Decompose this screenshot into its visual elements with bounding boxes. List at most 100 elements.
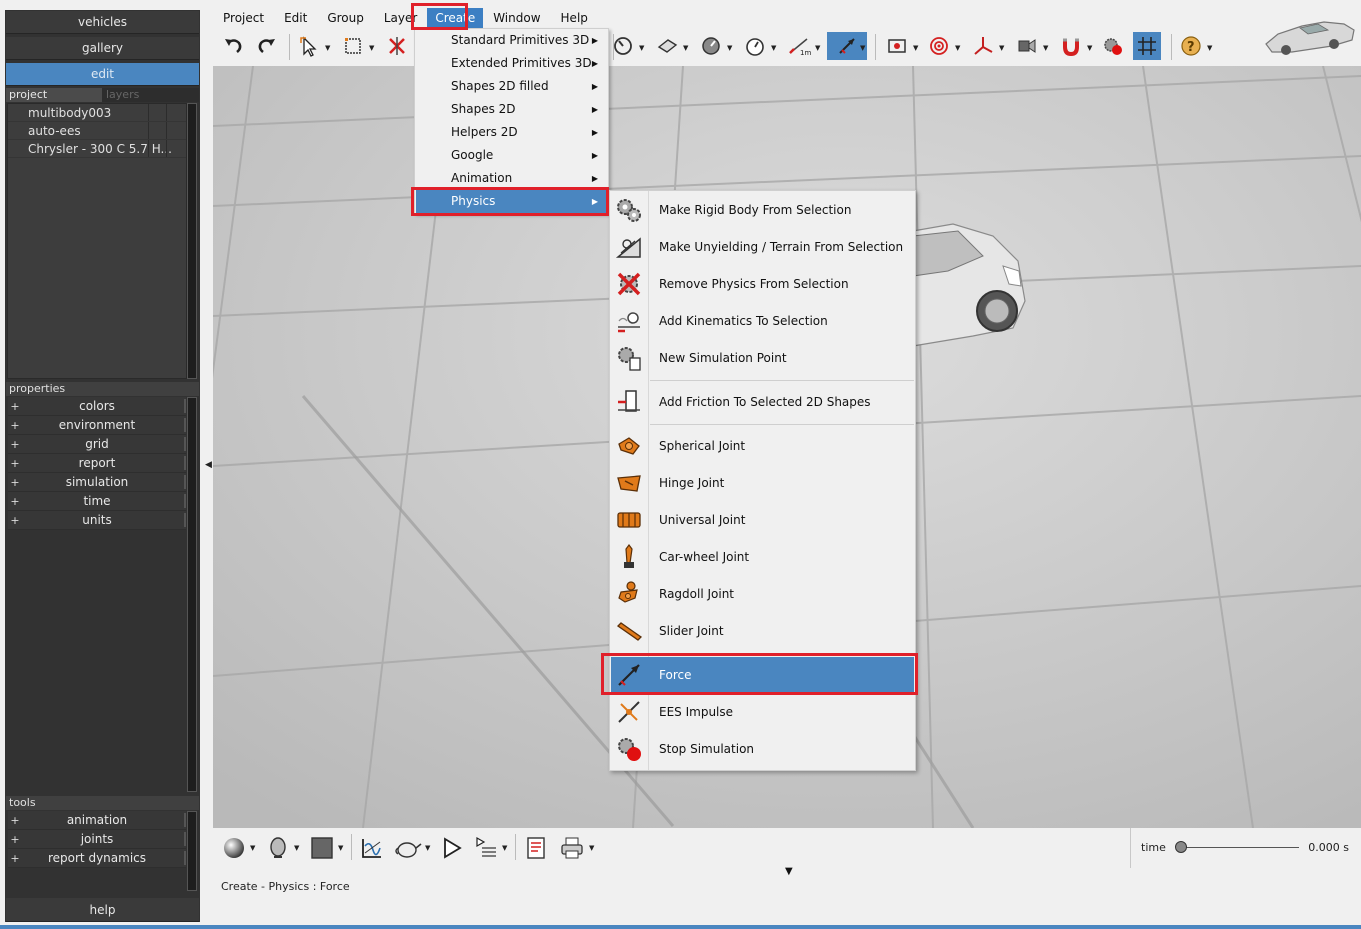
time-slider-handle[interactable] [1175,841,1187,853]
property-report[interactable]: + report [8,454,186,473]
nav-edit-button[interactable]: edit [6,63,199,86]
property-units[interactable]: + units [8,511,186,530]
menu-item-spherical-joint[interactable]: Spherical Joint [611,428,914,464]
menu-project[interactable]: Project [213,8,274,28]
play-button[interactable] [437,834,467,862]
menu-layer[interactable]: Layer [374,8,427,28]
rect-select-button[interactable] [339,32,367,60]
menu-item-slider-joint[interactable]: Slider Joint [611,613,914,649]
menu-window[interactable]: Window [483,8,550,28]
dropdown-arrow-icon[interactable]: ▼ [325,44,330,52]
menu-item-make-rigid-body[interactable]: Make Rigid Body From Selection [611,192,914,228]
camera-button[interactable] [1013,32,1041,60]
property-simulation[interactable]: + simulation [8,473,186,492]
tab-project[interactable]: project [6,88,102,102]
project-item[interactable]: Chrysler - 300 C 5.7 H... [8,140,186,158]
property-environment[interactable]: + environment [8,416,186,435]
tool-report-dynamics[interactable]: + report dynamics [8,849,186,868]
menu-create[interactable]: Create [427,8,484,28]
report-button[interactable] [521,834,551,862]
camera-target-button[interactable] [883,32,911,60]
gauge-tool-button[interactable] [697,32,725,60]
menu-item-universal-joint[interactable]: Universal Joint [611,502,914,538]
print-button[interactable] [555,834,589,862]
material-sphere-button[interactable] [219,834,249,862]
collapse-panel-icon[interactable]: ◀ [205,460,212,470]
menu-item-ees-impulse[interactable]: EES Impulse [611,694,914,730]
menu-item-animation[interactable]: Animation ▶ [416,167,608,190]
dropdown-arrow-icon[interactable]: ▼ [771,44,776,52]
grid-toggle-button[interactable] [1133,32,1161,60]
dropdown-arrow-icon[interactable]: ▼ [369,44,374,52]
project-scrollbar[interactable] [187,103,197,379]
undo-button[interactable] [219,32,247,60]
time-slider-track[interactable] [1179,847,1299,848]
dropdown-arrow-icon[interactable]: ▼ [860,44,865,52]
menu-item-google[interactable]: Google ▶ [416,144,608,167]
dropdown-arrow-icon[interactable]: ▼ [425,844,430,852]
simulation-button[interactable] [1099,32,1127,60]
dropdown-arrow-icon[interactable]: ▼ [1043,44,1048,52]
menu-item-new-simulation-point[interactable]: New Simulation Point [611,340,914,376]
menu-item-helpers-2d[interactable]: Helpers 2D ▶ [416,121,608,144]
dropdown-arrow-icon[interactable]: ▼ [727,44,732,52]
dropdown-arrow-icon[interactable]: ▼ [913,44,918,52]
redo-button[interactable] [253,32,281,60]
teapot-button[interactable] [391,834,425,862]
dropdown-arrow-icon[interactable]: ▼ [1087,44,1092,52]
menu-item-standard-primitives-3d[interactable]: Standard Primitives 3D ▶ [416,29,608,52]
plane-tool-button[interactable] [653,32,681,60]
project-item[interactable]: multibody003 [8,104,186,122]
nav-gallery-button[interactable]: gallery [6,37,199,60]
dropdown-arrow-icon[interactable]: ▼ [294,844,299,852]
dropdown-arrow-icon[interactable]: ▼ [338,844,343,852]
menu-item-extended-primitives-3d[interactable]: Extended Primitives 3D ▶ [416,52,608,75]
menu-item-shapes-2d-filled[interactable]: Shapes 2D filled ▶ [416,75,608,98]
property-colors[interactable]: + colors [8,397,186,416]
menu-item-force[interactable]: Force [611,657,914,693]
menu-group[interactable]: Group [317,8,374,28]
menu-help[interactable]: Help [551,8,598,28]
target-button[interactable] [925,32,953,60]
property-grid[interactable]: + grid [8,435,186,454]
tab-layers[interactable]: layers [103,88,199,102]
menu-item-remove-physics[interactable]: Remove Physics From Selection [611,266,914,302]
measure-tool-button[interactable]: 1m [785,32,813,60]
magnet-button[interactable] [1057,32,1085,60]
menu-item-shapes-2d[interactable]: Shapes 2D ▶ [416,98,608,121]
graph-button[interactable] [357,834,387,862]
tool-animation[interactable]: + animation [8,811,186,830]
menu-item-stop-simulation[interactable]: Stop Simulation [611,731,914,767]
axes-button[interactable] [969,32,997,60]
menu-item-ragdoll-joint[interactable]: Ragdoll Joint [611,576,914,612]
select-tool-button[interactable] [295,32,323,60]
properties-scrollbar[interactable] [187,397,197,792]
menu-edit[interactable]: Edit [274,8,317,28]
dropdown-arrow-icon[interactable]: ▼ [815,44,820,52]
menu-item-hinge-joint[interactable]: Hinge Joint [611,465,914,501]
color-swatch-button[interactable] [307,834,337,862]
dropdown-arrow-icon[interactable]: ▼ [999,44,1004,52]
dropdown-arrow-icon[interactable]: ▼ [589,844,594,852]
head-view-button[interactable] [263,834,293,862]
menu-item-car-wheel-joint[interactable]: Car-wheel Joint [611,539,914,575]
dropdown-arrow-icon[interactable]: ▼ [955,44,960,52]
dropdown-arrow-icon[interactable]: ▼ [1207,44,1212,52]
menu-item-add-kinematics[interactable]: Add Kinematics To Selection [611,303,914,339]
tools-scrollbar[interactable] [187,811,197,891]
expand-bottom-icon[interactable]: ▼ [785,866,793,877]
dropdown-arrow-icon[interactable]: ▼ [683,44,688,52]
nav-vehicles-button[interactable]: vehicles [6,11,199,34]
dropdown-arrow-icon[interactable]: ▼ [639,44,644,52]
help-button[interactable]: help [6,898,199,922]
menu-item-add-friction[interactable]: Add Friction To Selected 2D Shapes [611,384,914,420]
menu-item-physics[interactable]: Physics ▶ [416,190,608,213]
tool-joints[interactable]: + joints [8,830,186,849]
rotate-tool-button[interactable] [609,32,637,60]
property-time[interactable]: + time [8,492,186,511]
axis-constraint-button[interactable] [383,32,411,60]
dropdown-arrow-icon[interactable]: ▼ [502,844,507,852]
help-icon-button[interactable]: ? [1177,32,1205,60]
play-options-button[interactable] [471,834,501,862]
dropdown-arrow-icon[interactable]: ▼ [250,844,255,852]
